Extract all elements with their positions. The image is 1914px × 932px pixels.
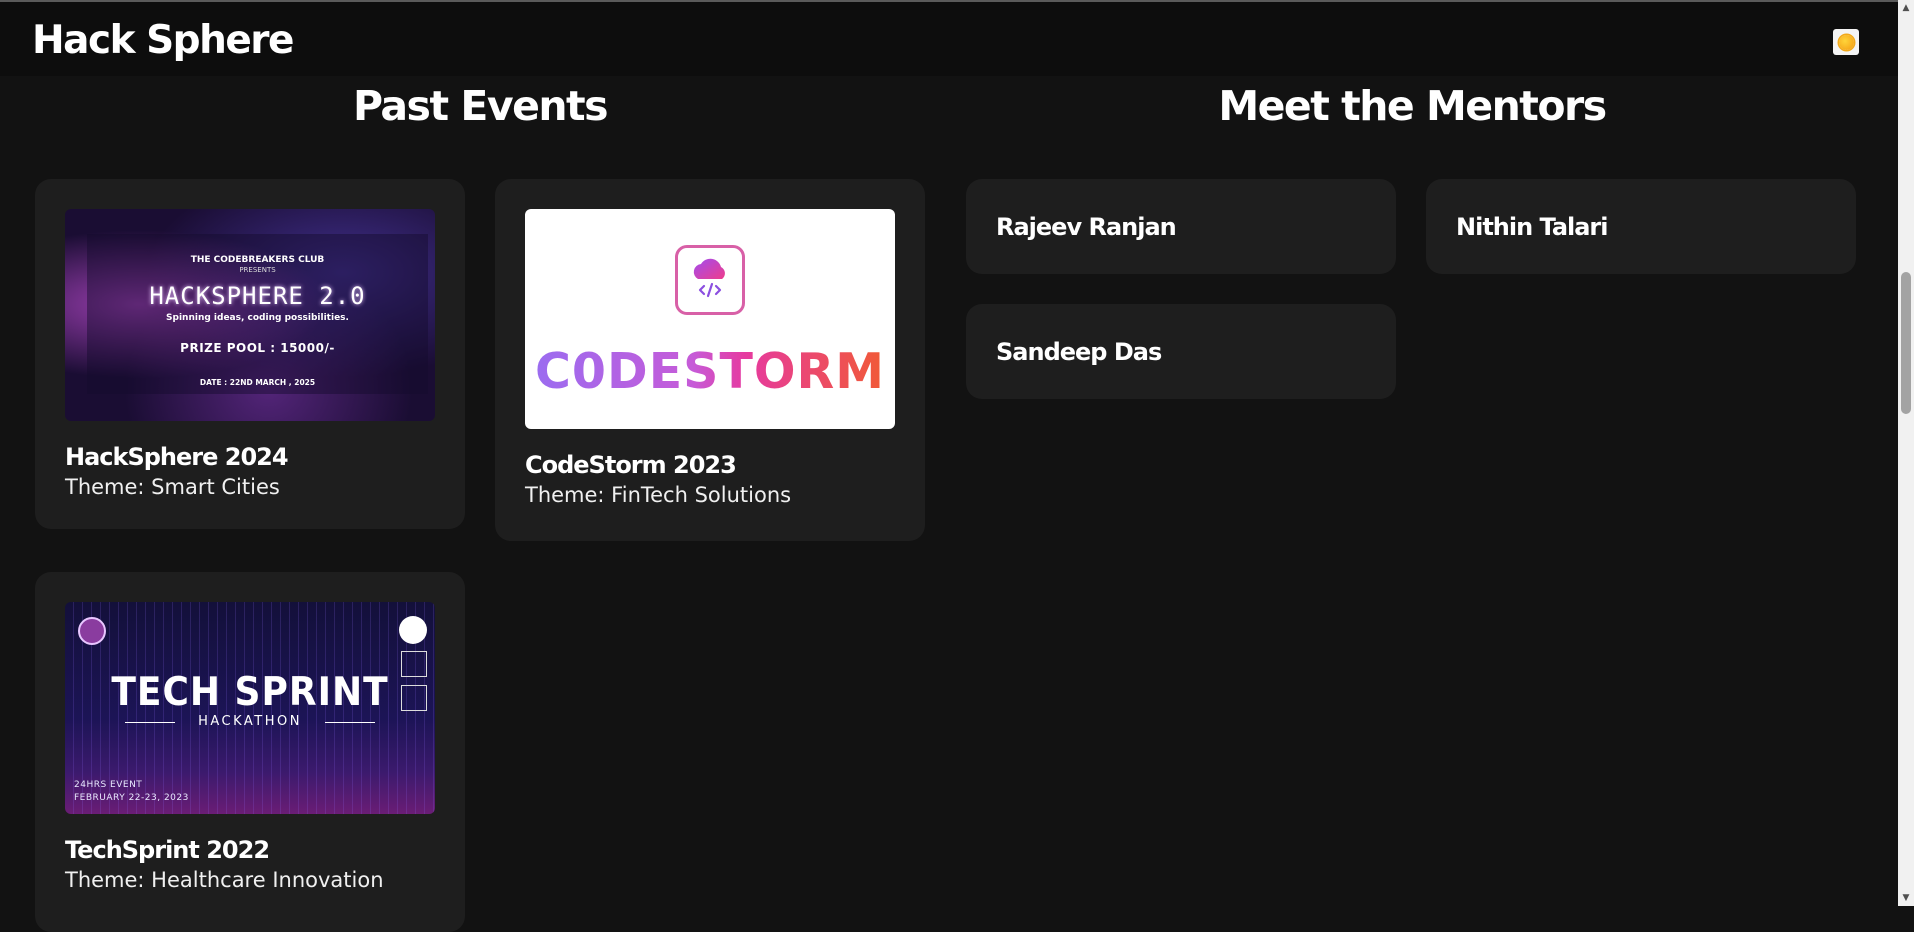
college-logo-icon bbox=[78, 617, 106, 645]
scroll-up-icon[interactable]: ▲ bbox=[1898, 0, 1914, 16]
poster-headline: TECH SPRINT bbox=[111, 670, 389, 715]
event-title: CodeStorm 2023 bbox=[525, 451, 737, 479]
poster-presents: PRESENTS bbox=[239, 266, 276, 274]
poster-club: THE CODEBREAKERS CLUB bbox=[190, 255, 325, 265]
event-theme: Theme: Healthcare Innovation bbox=[65, 868, 384, 892]
sun-icon bbox=[1838, 34, 1854, 50]
event-poster-techsprint: TECH SPRINT HACKATHON 24HRS EVENT FEBRUA… bbox=[65, 602, 435, 814]
mentor-card[interactable]: Nithin Talari bbox=[1426, 179, 1856, 274]
theme-toggle-button[interactable] bbox=[1833, 29, 1859, 55]
mentors-title: Meet the Mentors bbox=[1218, 82, 1607, 130]
mentor-name: Rajeev Ranjan bbox=[996, 212, 1177, 241]
partner-logo-icon bbox=[399, 616, 427, 644]
poster-event: 24HRS EVENT bbox=[74, 780, 143, 790]
event-poster-hacksphere: THE CODEBREAKERS CLUB PRESENTS HACKSPHER… bbox=[65, 209, 435, 421]
poster-subhead: HACKATHON bbox=[125, 714, 375, 729]
mentor-name: Sandeep Das bbox=[996, 337, 1162, 366]
poster-date: DATE : 22ND MARCH , 2025 bbox=[199, 378, 316, 387]
poster-tagline: Spinning ideas, coding possibilities. bbox=[166, 313, 349, 323]
mentor-name: Nithin Talari bbox=[1456, 212, 1608, 241]
brand-title[interactable]: Hack Sphere bbox=[32, 18, 295, 63]
event-theme: Theme: Smart Cities bbox=[65, 475, 280, 499]
poster-headline: HACKSPHERE 2.0 bbox=[149, 282, 366, 310]
scrollbar-thumb[interactable] bbox=[1901, 272, 1911, 414]
cloud-code-icon bbox=[675, 245, 745, 315]
navbar: Hack Sphere bbox=[0, 2, 1898, 76]
poster-wordmark: C0DESTORM bbox=[534, 343, 886, 400]
past-events-title: Past Events bbox=[352, 82, 609, 130]
event-theme: Theme: FinTech Solutions bbox=[525, 483, 792, 507]
mentor-card[interactable]: Rajeev Ranjan bbox=[966, 179, 1396, 274]
mentor-card[interactable]: Sandeep Das bbox=[966, 304, 1396, 399]
scroll-down-icon[interactable]: ▼ bbox=[1898, 890, 1914, 906]
poster-prize: PRIZE POOL : 15000/- bbox=[180, 341, 335, 355]
event-card-hacksphere[interactable]: THE CODEBREAKERS CLUB PRESENTS HACKSPHER… bbox=[35, 179, 465, 529]
vertical-scrollbar[interactable]: ▲ ▼ bbox=[1898, 0, 1914, 906]
event-card-techsprint[interactable]: TECH SPRINT HACKATHON 24HRS EVENT FEBRUA… bbox=[35, 572, 465, 932]
poster-panel: THE CODEBREAKERS CLUB PRESENTS HACKSPHER… bbox=[87, 234, 428, 394]
event-title: HackSphere 2024 bbox=[65, 443, 289, 471]
event-poster-codestorm: C0DESTORM bbox=[525, 209, 895, 429]
event-card-codestorm[interactable]: C0DESTORM CodeStorm 2023 Theme: FinTech … bbox=[495, 179, 925, 541]
poster-date: FEBRUARY 22-23, 2023 bbox=[74, 793, 189, 803]
event-title: TechSprint 2022 bbox=[65, 836, 270, 864]
